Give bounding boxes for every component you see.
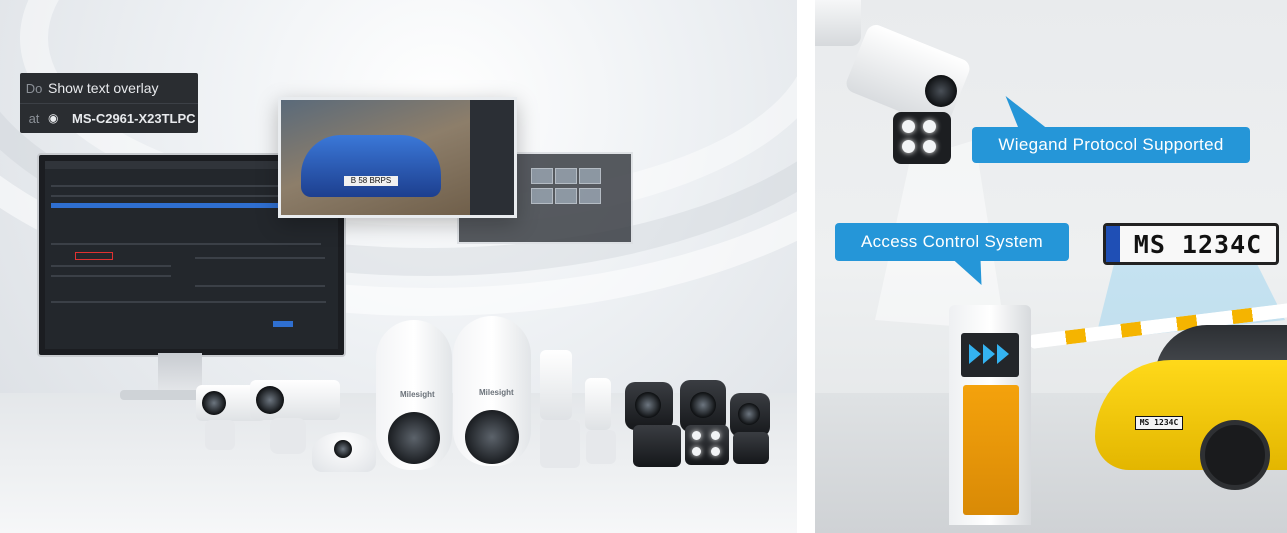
camera-icon: ◉ (48, 111, 59, 125)
overlay-value: Show text overlay (48, 80, 159, 96)
blue-car (301, 135, 441, 197)
ir-led (711, 447, 720, 456)
yellow-car: MS 1234C (1095, 320, 1287, 490)
monitor-stand (158, 353, 202, 393)
screen-row (51, 301, 326, 303)
gate-door (963, 385, 1019, 515)
photo-side-panel (470, 100, 514, 215)
camera-lens (738, 403, 760, 425)
ir-led (711, 431, 720, 440)
access-control-callout: Access Control System (835, 223, 1069, 261)
camera-base (270, 418, 306, 454)
thumb (555, 168, 577, 184)
ir-led (923, 140, 936, 153)
photo-plate: B 58 BRPS (344, 176, 398, 186)
screen-row (51, 265, 171, 267)
screen-row (51, 275, 171, 277)
dark-bullet-camera (730, 393, 770, 437)
camera-ir-module (633, 425, 681, 467)
overlay-camera-model: MS-C2961-X23TLPC (72, 110, 196, 126)
bullet-camera (585, 378, 611, 430)
camera-lens (465, 410, 519, 464)
brand-label: Milesight (400, 390, 435, 399)
ir-led (923, 120, 936, 133)
ir-led (692, 447, 701, 456)
ir-led (902, 120, 915, 133)
camera-lens (256, 386, 284, 414)
camera-base (540, 420, 580, 468)
thumb (531, 188, 553, 204)
screen-selected-row (51, 203, 311, 208)
arrow-icon (983, 344, 995, 364)
license-plate: MS 1234C (1103, 223, 1279, 265)
camera-base (205, 420, 235, 450)
car-wheel (1200, 420, 1270, 490)
car-plate: MS 1234C (1135, 416, 1183, 430)
dark-bullet-camera (625, 382, 673, 430)
ir-led (692, 431, 701, 440)
overlay-row-at: at ◉ MS-C2961-X23TLPC (20, 103, 198, 133)
ir-led (902, 140, 915, 153)
camera-lens (635, 392, 661, 418)
camera-base (586, 430, 616, 464)
text-overlay-panel: Do Show text overlay at ◉ MS-C2961-X23TL… (20, 73, 198, 133)
overlay-row-do: Do Show text overlay (20, 73, 198, 104)
ptz-bullet-camera (250, 380, 340, 420)
thumb (531, 168, 553, 184)
thumb (579, 168, 601, 184)
gate-display (961, 333, 1019, 377)
screen-row (195, 257, 325, 259)
screen-highlight-box (75, 252, 113, 260)
camera-lens (334, 440, 352, 458)
ir-illuminator (893, 112, 951, 164)
screen-row (195, 285, 325, 287)
camera-ir-module (685, 425, 729, 465)
arrow-icon (997, 344, 1009, 364)
overlay-key: Do (25, 80, 43, 96)
screen-row (51, 243, 321, 245)
thumb (579, 188, 601, 204)
car-photo: B 58 BRPS (278, 97, 517, 218)
barrier-gate (949, 305, 1031, 525)
screen-ok-button (273, 321, 293, 327)
camera-mount (815, 0, 861, 46)
wiegand-callout: Wiegand Protocol Supported (972, 127, 1250, 163)
camera-lens (202, 391, 226, 415)
bullet-camera (540, 350, 572, 420)
overlay-key: at (28, 110, 40, 126)
camera-lens (690, 392, 716, 418)
thumb (555, 188, 577, 204)
brand-label: Milesight (479, 388, 514, 397)
dome-camera (312, 432, 376, 472)
speed-dome-camera: Milesight (376, 320, 452, 470)
camera-ir-module (733, 432, 769, 464)
camera-lens (388, 412, 440, 464)
eu-band (1106, 226, 1120, 262)
arrow-icon (969, 344, 981, 364)
product-lineup-panel: B 58 BRPS Do Show text overlay at ◉ MS-C… (0, 0, 797, 533)
camera-lens (925, 75, 957, 107)
license-plate-text: MS 1234C (1133, 229, 1263, 259)
access-control-panel: Wiegand Protocol Supported Access Contro… (815, 0, 1287, 533)
speed-dome-camera: Milesight (453, 316, 531, 466)
